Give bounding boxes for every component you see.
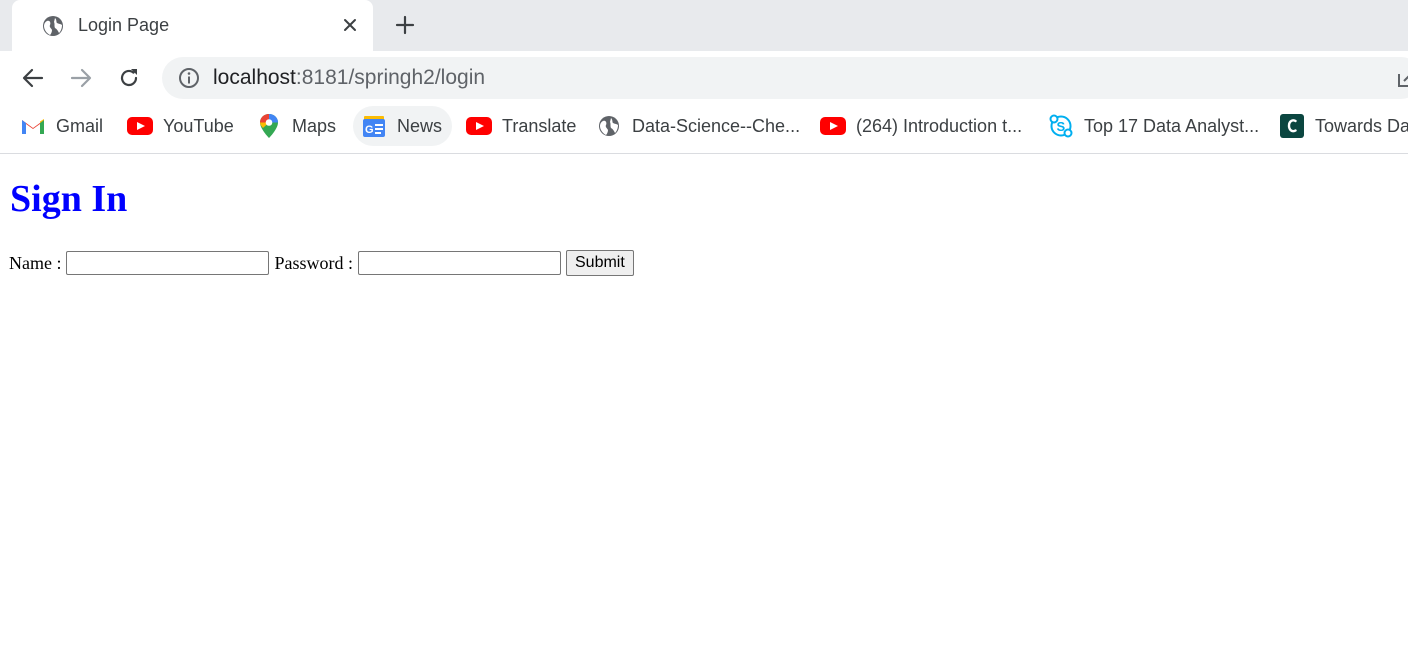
bookmark-maps[interactable]: Maps	[256, 106, 336, 146]
bookmark-label: Gmail	[56, 115, 104, 136]
new-tab-plus-icon[interactable]	[392, 12, 418, 38]
tab-login-page[interactable]: Login Page	[12, 0, 373, 51]
back-arrow-icon[interactable]	[17, 62, 49, 94]
password-input[interactable]	[358, 251, 561, 275]
page-title: Sign In	[10, 178, 128, 220]
close-icon[interactable]	[338, 13, 362, 37]
bookmark-towards-data-science[interactable]: Towards Dat	[1279, 106, 1408, 146]
towards-data-science-icon	[1279, 113, 1305, 139]
bookmark-label: Top 17 Data Analyst...	[1084, 115, 1260, 136]
bookmark-top-17-data-analyst[interactable]: S Top 17 Data Analyst...	[1048, 106, 1259, 146]
globe-icon	[596, 113, 622, 139]
browser-toolbar: localhost:8181/springh2/login	[0, 51, 1408, 105]
url-path: :8181/springh2/login	[295, 66, 486, 89]
tab-strip: Login Page	[0, 0, 1408, 51]
name-label: Name :	[9, 252, 62, 273]
bookmark-introduction[interactable]: (264) Introduction t...	[820, 106, 1022, 146]
bookmarks-bar: Gmail YouTube Maps G News Translate Data…	[0, 105, 1408, 154]
forward-arrow-icon[interactable]	[65, 62, 97, 94]
globe-icon	[42, 15, 64, 37]
bookmark-youtube[interactable]: YouTube	[127, 106, 234, 146]
youtube-icon	[466, 113, 492, 139]
gmail-icon	[20, 113, 46, 139]
password-label: Password :	[274, 252, 353, 273]
info-icon[interactable]	[178, 67, 200, 89]
install-app-icon[interactable]	[1396, 69, 1408, 89]
bookmark-label: Data-Science--Che...	[632, 115, 801, 136]
submit-button[interactable]: Submit	[566, 250, 634, 276]
skype-icon: S	[1048, 113, 1074, 139]
name-input[interactable]	[66, 251, 270, 275]
url-text[interactable]: localhost:8181/springh2/login	[213, 66, 485, 90]
bookmark-label: Maps	[292, 115, 337, 136]
svg-text:S: S	[1057, 119, 1066, 134]
bookmark-label: YouTube	[163, 115, 234, 136]
bookmark-translate[interactable]: Translate	[466, 106, 576, 146]
bookmark-gmail[interactable]: Gmail	[20, 106, 103, 146]
bookmark-label: News	[397, 115, 443, 136]
bookmark-data-science[interactable]: Data-Science--Che...	[596, 106, 800, 146]
youtube-icon	[820, 113, 846, 139]
bookmark-label: (264) Introduction t...	[856, 115, 1023, 136]
news-icon: G	[361, 113, 387, 139]
youtube-icon	[127, 113, 153, 139]
login-form: Name : Password : Submit	[9, 250, 634, 276]
page-content: Sign In Name : Password : Submit	[0, 154, 1408, 646]
address-bar[interactable]: localhost:8181/springh2/login	[162, 57, 1408, 99]
svg-text:G: G	[365, 124, 374, 136]
tab-title: Login Page	[78, 15, 170, 35]
reload-icon[interactable]	[113, 62, 145, 94]
maps-icon	[256, 113, 282, 139]
bookmark-label: Towards Dat	[1315, 115, 1408, 136]
url-host: localhost	[213, 66, 296, 89]
bookmark-news[interactable]: G News	[353, 106, 452, 146]
bookmark-label: Translate	[502, 115, 577, 136]
